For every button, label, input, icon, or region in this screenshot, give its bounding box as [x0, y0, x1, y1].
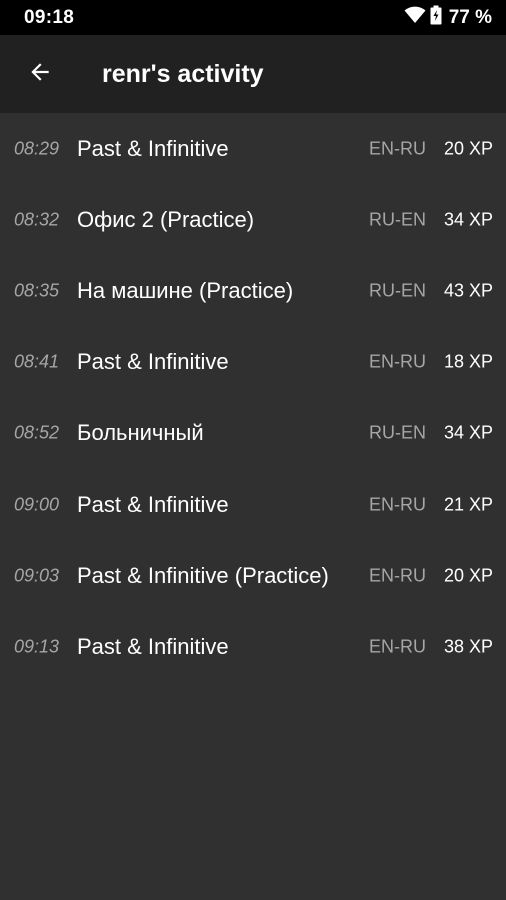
activity-title: На машине (Practice): [77, 277, 294, 303]
activity-language: EN-RU: [369, 494, 426, 515]
status-time: 09:18: [24, 6, 75, 28]
activity-time: 09:00: [14, 494, 60, 515]
wifi-icon: [404, 6, 426, 29]
activity-item[interactable]: 08:35 На машине (Practice) RU-EN 43 XP: [0, 255, 506, 326]
status-icons: 77 %: [404, 5, 492, 30]
back-button[interactable]: [0, 35, 80, 113]
app-bar: renr's activity: [0, 35, 506, 113]
activity-time: 08:32: [14, 209, 60, 230]
battery-icon: [430, 5, 442, 30]
activity-title: Past & Infinitive: [77, 135, 229, 161]
activity-title: Past & Infinitive: [77, 633, 229, 659]
battery-percentage: 77 %: [448, 6, 492, 28]
activity-title: Больничный: [77, 420, 204, 446]
activity-xp: 34 XP: [443, 209, 493, 230]
activity-time: 08:35: [14, 280, 60, 301]
activity-time: 08:29: [14, 138, 60, 159]
activity-time: 08:41: [14, 351, 60, 372]
activity-time: 08:52: [14, 422, 60, 443]
activity-language: RU-EN: [369, 209, 426, 230]
activity-language: EN-RU: [369, 351, 426, 372]
activity-xp: 20 XP: [443, 138, 493, 159]
activity-language: RU-EN: [369, 280, 426, 301]
activity-xp: 34 XP: [443, 422, 493, 443]
activity-list: 08:29 Past & Infinitive EN-RU 20 XP 08:3…: [0, 113, 506, 683]
activity-item[interactable]: 09:13 Past & Infinitive EN-RU 38 XP: [0, 611, 506, 682]
activity-title: Past & Infinitive: [77, 491, 229, 517]
activity-item[interactable]: 08:41 Past & Infinitive EN-RU 18 XP: [0, 327, 506, 398]
activity-xp: 43 XP: [443, 280, 493, 301]
arrow-back-icon: [27, 59, 53, 90]
activity-item[interactable]: 09:00 Past & Infinitive EN-RU 21 XP: [0, 469, 506, 540]
activity-xp: 18 XP: [443, 351, 493, 372]
activity-title: Past & Infinitive (Practice): [77, 562, 329, 588]
activity-language: RU-EN: [369, 422, 426, 443]
activity-time: 09:13: [14, 636, 60, 657]
status-bar: 09:18 77 %: [0, 0, 506, 35]
activity-xp: 38 XP: [443, 636, 493, 657]
activity-xp: 21 XP: [443, 494, 493, 515]
activity-item[interactable]: 08:32 Офис 2 (Practice) RU-EN 34 XP: [0, 184, 506, 255]
page-title: renr's activity: [102, 59, 264, 88]
activity-item[interactable]: 08:52 Больничный RU-EN 34 XP: [0, 398, 506, 469]
activity-xp: 20 XP: [443, 565, 493, 586]
activity-language: EN-RU: [369, 636, 426, 657]
activity-item[interactable]: 08:29 Past & Infinitive EN-RU 20 XP: [0, 113, 506, 184]
activity-title: Past & Infinitive: [77, 349, 229, 375]
activity-language: EN-RU: [369, 565, 426, 586]
activity-title: Офис 2 (Practice): [77, 206, 255, 232]
activity-time: 09:03: [14, 565, 60, 586]
activity-item[interactable]: 09:03 Past & Infinitive (Practice) EN-RU…: [0, 540, 506, 611]
activity-language: EN-RU: [369, 138, 426, 159]
